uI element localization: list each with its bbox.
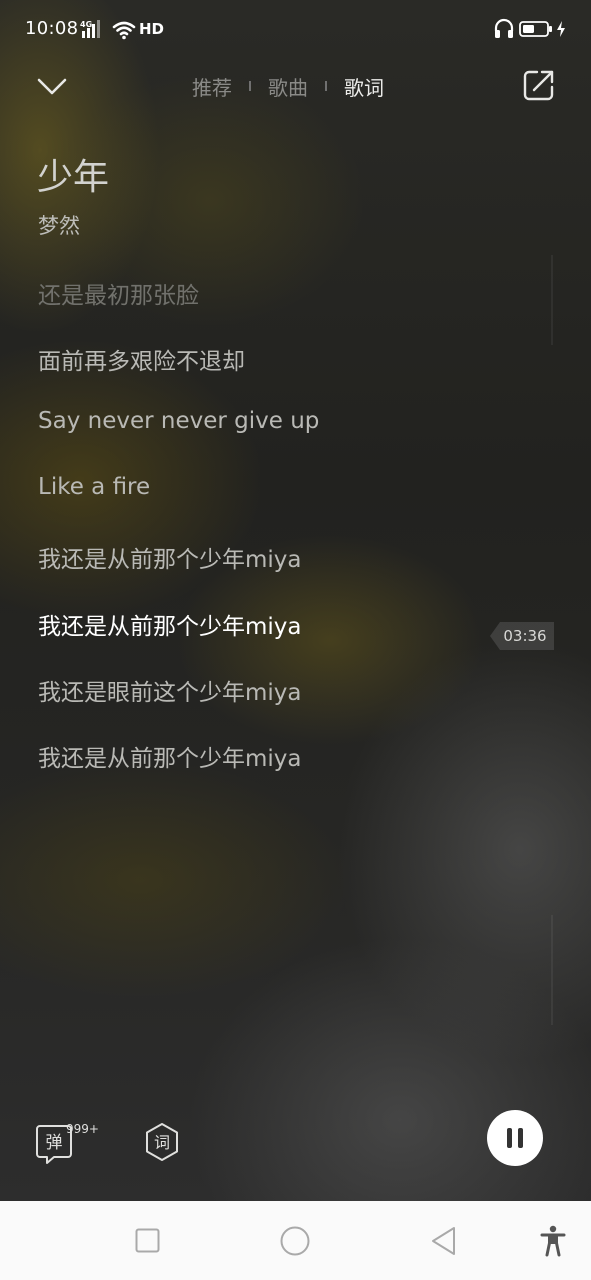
pause-button[interactable] <box>487 1110 543 1166</box>
artist-name[interactable]: 梦然 <box>38 210 80 240</box>
status-bar: 10:08 4G HD <box>0 0 591 60</box>
seek-time-indicator[interactable]: 03:36 <box>490 622 554 650</box>
view-tabs: 推荐 歌曲 歌词 <box>192 72 384 100</box>
lyrics-screen: 10:08 4G HD 推荐 歌曲 歌词 少年 梦然 还是最初那张脸 面前再多艰… <box>0 0 591 1280</box>
lyric-line[interactable]: 我还是眼前这个少年miya <box>38 673 302 707</box>
lyric-line[interactable]: 我还是从前那个少年miya <box>38 540 302 574</box>
top-nav: 推荐 歌曲 歌词 <box>0 60 591 112</box>
tab-lyrics[interactable]: 歌词 <box>344 72 384 101</box>
status-time: 10:08 <box>25 18 79 39</box>
pause-icon <box>507 1128 512 1148</box>
tab-divider <box>325 81 327 91</box>
system-nav-bar <box>0 1201 591 1280</box>
wifi-icon <box>112 21 136 40</box>
song-title: 少年 <box>37 157 110 198</box>
lyric-settings-icon[interactable]: 词 <box>143 1122 181 1162</box>
accessibility-icon[interactable] <box>540 1225 566 1257</box>
recents-square-icon[interactable] <box>135 1228 160 1253</box>
current-lyric-line[interactable]: 我还是从前那个少年miya <box>38 607 302 641</box>
back-triangle-icon[interactable] <box>430 1226 456 1256</box>
charging-icon <box>557 21 565 37</box>
battery-icon <box>519 21 552 37</box>
danmaku-count-badge: 999+ <box>66 1122 99 1136</box>
danmaku-label: 弹 <box>46 1133 63 1153</box>
hd-indicator: HD <box>139 20 165 38</box>
cellular-signal-icon: 4G <box>80 20 100 38</box>
lyric-label: 词 <box>154 1133 170 1152</box>
scroll-edge-line <box>551 915 553 1025</box>
scroll-edge-line <box>551 255 553 345</box>
tab-recommend[interactable]: 推荐 <box>192 72 232 101</box>
lyric-line[interactable]: Say never never give up <box>38 408 319 434</box>
lyric-line[interactable]: 还是最初那张脸 <box>38 276 199 310</box>
headset-icon <box>494 18 514 38</box>
share-icon[interactable] <box>522 68 556 102</box>
home-circle-icon[interactable] <box>280 1226 310 1256</box>
lyric-line[interactable]: 面前再多艰险不退却 <box>38 342 245 376</box>
tab-divider <box>249 81 251 91</box>
collapse-chevron-down-icon[interactable] <box>34 70 70 102</box>
tab-song[interactable]: 歌曲 <box>268 72 308 101</box>
lyric-line[interactable]: 我还是从前那个少年miya <box>38 739 302 773</box>
network-type-label: 4G <box>80 20 92 29</box>
pause-icon <box>518 1128 523 1148</box>
lyric-line[interactable]: Like a fire <box>38 474 150 500</box>
